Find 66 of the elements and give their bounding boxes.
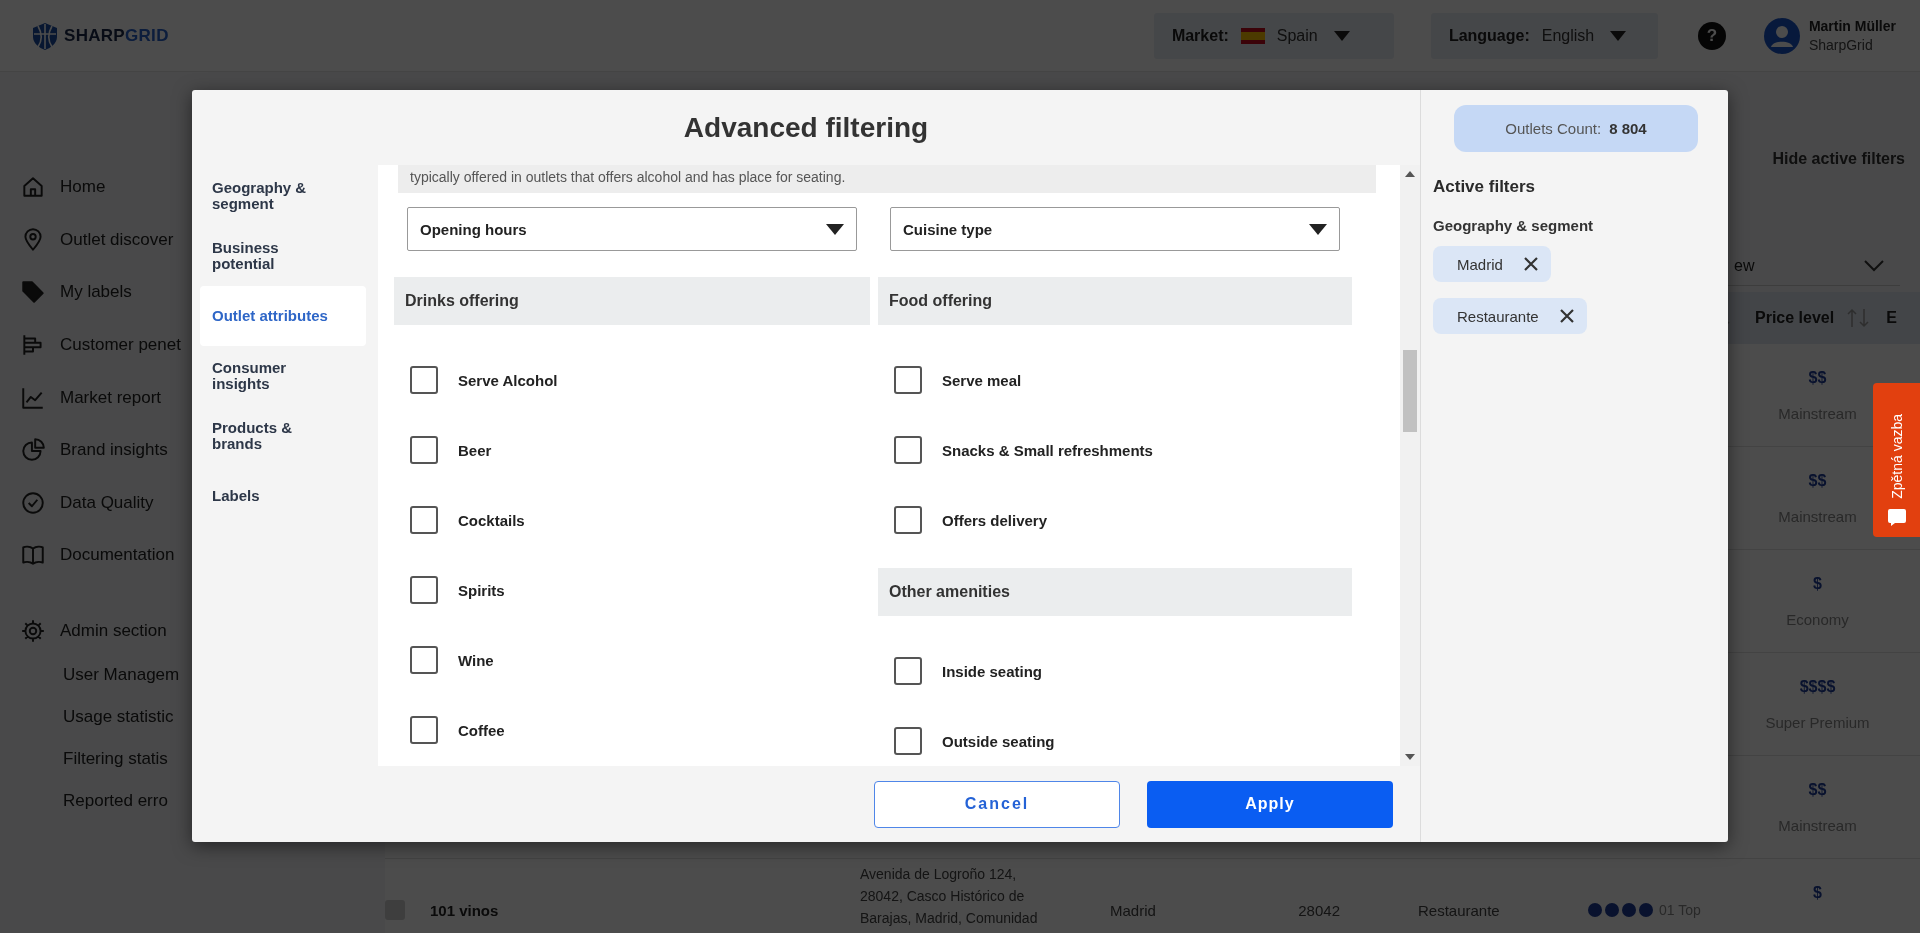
checkbox[interactable] bbox=[894, 506, 922, 534]
checkbox[interactable] bbox=[410, 716, 438, 744]
checkbox-label: Outside seating bbox=[942, 732, 1055, 750]
user-organization: SharpGrid bbox=[1808, 37, 1874, 53]
checkbox[interactable] bbox=[410, 436, 438, 464]
filter-category-tab[interactable]: Labels bbox=[200, 466, 366, 526]
checkbox-label: Wine bbox=[458, 651, 494, 669]
feedback-tab[interactable]: Zpětná vazba bbox=[1873, 383, 1920, 537]
checkbox-label: Spirits bbox=[458, 581, 505, 599]
filter-category-tab[interactable]: Outlet attributes bbox=[200, 286, 366, 346]
table-cell: 101 vinos bbox=[430, 901, 499, 919]
close-icon[interactable] bbox=[1522, 256, 1539, 272]
filter-category-tab[interactable]: Products & brands bbox=[200, 406, 366, 466]
checkbox[interactable] bbox=[894, 727, 922, 755]
dialog-title: Advanced filtering bbox=[682, 110, 930, 145]
checkbox[interactable] bbox=[894, 436, 922, 464]
price-level: $ bbox=[1813, 884, 1822, 902]
filter-category-tab[interactable]: Business potential bbox=[200, 226, 366, 286]
chip-label: Madrid bbox=[1457, 255, 1503, 273]
checkbox-label: Coffee bbox=[458, 721, 505, 739]
price-level: $$ bbox=[1808, 472, 1827, 490]
checkbox[interactable] bbox=[410, 506, 438, 534]
filter-category-tab[interactable]: Geography & segment bbox=[200, 166, 366, 226]
price-level: $$$$ bbox=[1799, 678, 1836, 696]
checkbox-label: Offers delivery bbox=[942, 511, 1048, 529]
table-cell: Restaurante bbox=[1418, 901, 1500, 919]
count-label: Outlets Count: bbox=[1505, 120, 1602, 137]
dropdown-field[interactable]: Cuisine type bbox=[890, 207, 1340, 251]
apply-button[interactable]: Apply bbox=[1147, 780, 1393, 828]
price-level: $$ bbox=[1808, 781, 1827, 799]
chat-bubble-icon bbox=[1886, 507, 1907, 527]
scroll-down-icon[interactable] bbox=[1405, 754, 1415, 760]
checkbox-label: Snacks & Small refreshments bbox=[942, 441, 1153, 459]
close-icon[interactable] bbox=[1558, 308, 1575, 324]
dropdown-field[interactable]: Opening hours bbox=[407, 207, 857, 251]
caret-icon bbox=[826, 223, 844, 235]
checkbox-label: Serve Alcohol bbox=[458, 371, 558, 389]
section-header: Drinks offering bbox=[394, 277, 870, 325]
price-level: $$ bbox=[1808, 369, 1827, 387]
checkbox-label: Beer bbox=[458, 441, 492, 459]
checkbox[interactable] bbox=[894, 366, 922, 394]
checkbox-label: Serve meal bbox=[942, 371, 1022, 389]
checkbox-label: Inside seating bbox=[942, 662, 1043, 680]
table-cell: Madrid bbox=[1110, 901, 1156, 919]
checkbox-label: Cocktails bbox=[458, 511, 525, 529]
logo-text: SHARPGRID bbox=[64, 25, 169, 46]
scroll-up-icon[interactable] bbox=[1405, 171, 1415, 177]
user-name: Martin Müller bbox=[1808, 18, 1896, 34]
table-cell-text: Avenida de Logroño 124, 28042, Casco Histórico de Barajas, Madrid, Comunidad bbox=[860, 865, 1039, 928]
section-header: Other amenities bbox=[878, 568, 1352, 616]
price-level: $ bbox=[1813, 575, 1822, 593]
count-value: 8 804 bbox=[1609, 120, 1647, 137]
checkbox[interactable] bbox=[894, 657, 922, 685]
checkbox[interactable] bbox=[410, 646, 438, 674]
section-header: Food offering bbox=[878, 277, 1352, 325]
table-cell: 28042 bbox=[1298, 901, 1340, 919]
checkbox[interactable] bbox=[410, 366, 438, 394]
caret-icon bbox=[1309, 223, 1327, 235]
cancel-button[interactable]: Cancel bbox=[874, 780, 1120, 828]
checkbox[interactable] bbox=[410, 576, 438, 604]
description-text: typically offered in outlets that offers alcohol and has place for seating. bbox=[398, 165, 1376, 193]
chip-label: Restaurante bbox=[1457, 307, 1539, 325]
active-filters-title: Active filters bbox=[1433, 177, 1537, 197]
scrollbar-thumb[interactable] bbox=[1403, 350, 1417, 432]
filter-group-title: Geography & segment bbox=[1433, 217, 1595, 234]
filter-category-tab[interactable]: Consumer insights bbox=[200, 346, 366, 406]
